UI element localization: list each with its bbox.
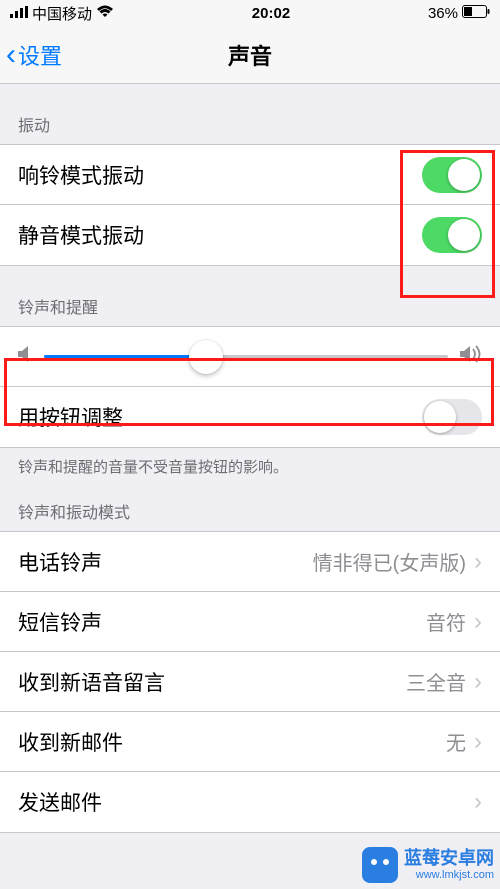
list-item[interactable]: 收到新邮件无 › [0, 712, 500, 772]
volume-slider[interactable] [44, 355, 448, 358]
label-button-adjust: 用按钮调整 [18, 402, 422, 432]
switch-button-adjust[interactable] [422, 399, 482, 435]
cell-label: 电话铃声 [18, 547, 313, 577]
switch-silent-vibrate[interactable] [422, 217, 482, 253]
cell-volume-slider [0, 327, 500, 387]
section-header-ringer: 铃声和提醒 [0, 266, 500, 326]
cell-value: 情非得已(女声版) [313, 547, 466, 576]
wifi-icon [96, 5, 114, 22]
list-item[interactable]: 收到新语音留言三全音 › [0, 652, 500, 712]
section-header-vibration: 振动 [0, 84, 500, 144]
carrier-label: 中国移动 [32, 3, 92, 24]
list-item[interactable]: 短信铃声音符 › [0, 592, 500, 652]
battery-percent: 36% [428, 5, 458, 22]
section-header-patterns: 铃声和振动模式 [0, 481, 500, 531]
cell-label: 短信铃声 [18, 607, 426, 637]
watermark-name: 蓝莓安卓网 [404, 849, 494, 869]
group-patterns: 电话铃声情非得已(女声版)›短信铃声音符›收到新语音留言三全音›收到新邮件无›发… [0, 531, 500, 833]
chevron-right-icon: › [474, 728, 482, 756]
cell-label: 收到新邮件 [18, 727, 446, 757]
slider-thumb[interactable] [189, 340, 223, 374]
cell-label: 收到新语音留言 [18, 667, 406, 697]
footer-ringer: 铃声和提醒的音量不受音量按钮的影响。 [0, 448, 500, 481]
watermark-icon [362, 847, 398, 883]
signal-icon [10, 5, 28, 22]
cell-button-adjust: 用按钮调整 [0, 387, 500, 447]
group-ringer: 用按钮调整 [0, 326, 500, 448]
list-item[interactable]: 电话铃声情非得已(女声版) › [0, 532, 500, 592]
cell-label: 发送邮件 [18, 787, 466, 817]
chevron-right-icon: › [474, 668, 482, 696]
page-title: 声音 [0, 39, 500, 71]
watermark: 蓝莓安卓网 www.lmkjst.com [362, 847, 494, 883]
cell-silent-vibrate: 静音模式振动 [0, 205, 500, 265]
status-left: 中国移动 [10, 3, 114, 24]
chevron-right-icon: › [474, 608, 482, 636]
chevron-left-icon: ‹ [6, 40, 16, 70]
chevron-right-icon: › [474, 788, 482, 816]
cell-value: 无 [446, 727, 466, 756]
status-right: 36% [428, 5, 490, 22]
back-button[interactable]: ‹ 设置 [0, 39, 62, 71]
cell-value: 音符 [426, 607, 466, 636]
chevron-right-icon: › [474, 548, 482, 576]
battery-icon [462, 5, 490, 22]
list-item[interactable]: 发送邮件 › [0, 772, 500, 832]
group-vibration: 响铃模式振动 静音模式振动 [0, 144, 500, 266]
volume-low-icon [18, 345, 32, 369]
cell-ring-vibrate: 响铃模式振动 [0, 145, 500, 205]
switch-ring-vibrate[interactable] [422, 157, 482, 193]
cell-value: 三全音 [406, 667, 466, 696]
status-time: 20:02 [252, 5, 290, 22]
back-label: 设置 [18, 39, 62, 71]
label-ring-vibrate: 响铃模式振动 [18, 160, 422, 190]
volume-high-icon [460, 345, 482, 369]
status-bar: 中国移动 20:02 36% [0, 0, 500, 26]
watermark-url: www.lmkjst.com [404, 869, 494, 881]
label-silent-vibrate: 静音模式振动 [18, 220, 422, 250]
nav-bar: ‹ 设置 声音 [0, 26, 500, 84]
